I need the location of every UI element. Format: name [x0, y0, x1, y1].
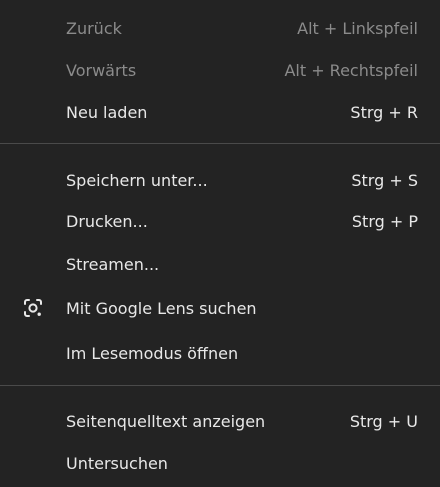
menu-item-forward-shortcut: Alt + Rechtspfeil [284, 60, 418, 80]
menu-item-back[interactable]: Zurück Alt + Linkspfeil [0, 8, 440, 48]
menu-item-reload[interactable]: Neu laden Strg + R [0, 92, 440, 132]
menu-item-reading-mode-label: Im Lesemodus öffnen [66, 343, 239, 363]
menu-separator [0, 385, 440, 386]
menu-item-reload-shortcut: Strg + R [350, 102, 418, 122]
google-lens-icon [22, 297, 44, 319]
menu-item-view-source-label: Seitenquelltext anzeigen [66, 411, 266, 431]
menu-item-print-shortcut: Strg + P [351, 211, 418, 231]
menu-item-google-lens[interactable]: Mit Google Lens suchen [0, 288, 440, 328]
menu-item-inspect[interactable]: Untersuchen [0, 443, 440, 483]
menu-item-print[interactable]: Drucken... Strg + P [0, 201, 440, 241]
menu-item-reading-mode[interactable]: Im Lesemodus öffnen [0, 333, 440, 373]
menu-separator [0, 143, 440, 144]
menu-item-view-source-shortcut: Strg + U [349, 411, 418, 431]
menu-item-back-label: Zurück [66, 18, 122, 38]
menu-item-print-label: Drucken... [66, 211, 148, 231]
menu-item-forward[interactable]: Vorwärts Alt + Rechtspfeil [0, 50, 440, 90]
context-menu: Zurück Alt + Linkspfeil Vorwärts Alt + R… [0, 0, 440, 487]
menu-item-save-as[interactable]: Speichern unter... Strg + S [0, 160, 440, 200]
menu-item-reload-label: Neu laden [66, 102, 148, 122]
menu-item-save-as-label: Speichern unter... [66, 170, 208, 190]
menu-item-back-shortcut: Alt + Linkspfeil [297, 18, 418, 38]
menu-item-cast[interactable]: Streamen... [0, 244, 440, 284]
menu-item-forward-label: Vorwärts [66, 60, 137, 80]
menu-item-inspect-label: Untersuchen [66, 453, 168, 473]
menu-item-save-as-shortcut: Strg + S [351, 170, 418, 190]
menu-item-cast-label: Streamen... [66, 254, 160, 274]
menu-item-google-lens-label: Mit Google Lens suchen [66, 298, 257, 318]
menu-item-view-source[interactable]: Seitenquelltext anzeigen Strg + U [0, 401, 440, 441]
